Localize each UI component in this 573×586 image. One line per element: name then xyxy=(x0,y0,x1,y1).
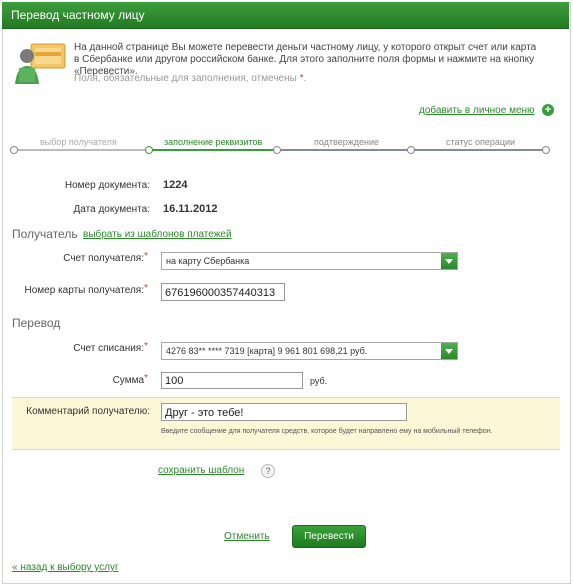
amount-label: Сумма xyxy=(112,375,144,386)
comment-input[interactable]: Друг - это тебе! xyxy=(161,403,407,421)
step-label-status: статус операции xyxy=(446,137,516,147)
required-note: Поля, обязательные для заполнения, отмеч… xyxy=(74,73,307,84)
page-header: Перевод частному лицу xyxy=(2,2,569,29)
recipient-account-select[interactable]: на карту Сбербанка xyxy=(161,252,458,270)
debit-account-label: Счет списания: xyxy=(73,343,144,354)
templates-link[interactable]: выбрать из шаблонов платежей xyxy=(83,229,232,240)
card-number-label: Номер карты получателя: xyxy=(24,285,144,296)
save-template-link[interactable]: сохранить шаблон xyxy=(158,465,244,476)
step-label-recipient: выбор получателя xyxy=(40,137,117,147)
required-mark: * xyxy=(144,373,148,384)
progress-line-done xyxy=(13,149,148,151)
step-label-details: заполнение реквизитов xyxy=(164,137,263,147)
chevron-down-icon[interactable] xyxy=(441,253,457,269)
doc-date-label: Дата документа: xyxy=(73,204,150,215)
doc-number-label: Номер документа: xyxy=(64,180,150,191)
money-transfer-icon xyxy=(15,43,66,84)
doc-number-value: 1224 xyxy=(163,179,188,191)
step-dot xyxy=(542,146,550,154)
chevron-down-icon[interactable] xyxy=(441,343,457,359)
cancel-link[interactable]: Отменить xyxy=(224,531,270,542)
step-dot xyxy=(407,146,415,154)
progress-line-active xyxy=(148,149,275,151)
help-icon[interactable]: ? xyxy=(261,464,275,478)
step-dot xyxy=(10,146,18,154)
currency-label: руб. xyxy=(310,376,328,386)
debit-account-select[interactable]: 4276 83** **** 7319 [карта] 9 961 801 69… xyxy=(161,342,458,360)
recipient-section-title: Получатель xyxy=(12,227,78,241)
doc-date-value: 16.11.2012 xyxy=(163,203,218,215)
required-mark: * xyxy=(144,341,148,352)
required-mark: * xyxy=(144,251,148,262)
page-title: Перевод частному лицу xyxy=(11,8,145,22)
amount-input[interactable]: 100 xyxy=(161,372,303,389)
step-label-confirm: подтверждение xyxy=(314,137,380,147)
comment-hint: Введите сообщение для получателя средств… xyxy=(161,428,493,435)
transfer-section-title: Перевод xyxy=(12,316,61,330)
comment-label: Комментарий получателю: xyxy=(26,406,150,417)
required-mark: * xyxy=(299,73,304,84)
required-mark: * xyxy=(144,283,148,294)
submit-transfer-button[interactable]: Перевести xyxy=(292,525,366,548)
plus-icon[interactable]: + xyxy=(542,104,554,116)
step-dot xyxy=(273,146,281,154)
add-to-menu-link[interactable]: добавить в личное меню xyxy=(419,105,535,116)
recipient-account-label: Счет получателя: xyxy=(63,253,144,264)
step-dot xyxy=(145,146,153,154)
back-to-services-link[interactable]: « назад к выбору услуг xyxy=(12,562,119,573)
card-number-input[interactable]: 676196000357440313 xyxy=(161,283,285,301)
